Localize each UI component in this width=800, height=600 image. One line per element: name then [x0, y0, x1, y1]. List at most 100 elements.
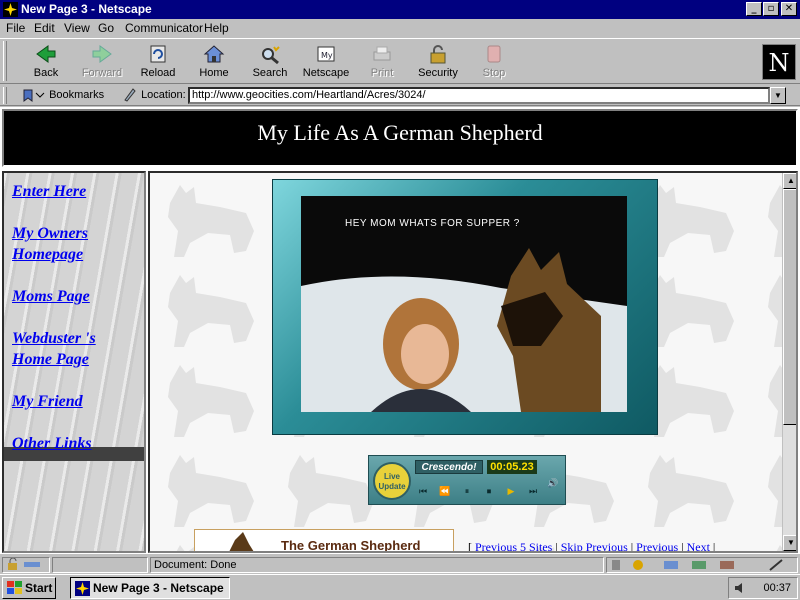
page-title: My Life As A German Shepherd [257, 120, 543, 145]
maximize-button[interactable]: ▫ [763, 2, 779, 16]
print-button[interactable]: Print [354, 43, 410, 81]
pause-icon[interactable]: ⏸ [459, 484, 475, 498]
taskbar-item-label: New Page 3 - Netscape [93, 581, 224, 595]
webring-banner[interactable]: The German Shepherd [194, 529, 454, 551]
menu-help[interactable]: Help [204, 21, 229, 35]
player-title: Crescendo! [415, 460, 483, 474]
back-button[interactable]: Back [18, 43, 74, 81]
url-dropdown-button[interactable]: ▼ [770, 87, 786, 104]
netscape-app-icon [75, 581, 90, 596]
print-label: Print [370, 67, 394, 79]
print-icon [373, 46, 391, 61]
nav-link-owners-homepage[interactable]: My Owners Homepage [12, 223, 122, 265]
taskbar-item-netscape[interactable]: New Page 3 - Netscape [70, 577, 230, 599]
left-nav-frame: Enter Here My Owners Homepage Moms Page … [2, 171, 146, 553]
menu-go[interactable]: Go [98, 21, 114, 35]
back-label: Back [33, 67, 59, 79]
shepherd-head-icon [229, 532, 254, 551]
skip-back-icon[interactable]: ⏮ [415, 484, 431, 498]
bookmarks-button[interactable]: Bookmarks [22, 87, 104, 104]
stop-icon[interactable]: ⏹ [481, 484, 497, 498]
nav-link-my-friend[interactable]: My Friend [12, 391, 83, 412]
nav-link-enter-here[interactable]: Enter Here [12, 181, 86, 202]
home-icon [203, 45, 225, 63]
home-label: Home [199, 67, 229, 79]
svg-text:My: My [321, 51, 333, 60]
security-button[interactable]: Security [410, 43, 466, 81]
ring-skip-prev-link[interactable]: Skip Previous [561, 540, 628, 551]
owner-and-dog-photo: HEY MOM WHATS FOR SUPPER ? [301, 196, 627, 412]
nav-link-moms-page[interactable]: Moms Page [12, 286, 90, 307]
nav-link-other-links[interactable]: Other Links [12, 433, 92, 454]
stop-label: Stop [482, 67, 506, 79]
banner-frame: My Life As A German Shepherd [2, 109, 798, 167]
crescendo-music-player: Live Update Crescendo! 00:05.23 ⏮ ⏪ ⏸ ⏹ … [368, 455, 566, 505]
menu-edit[interactable]: Edit [34, 21, 55, 35]
forward-label: Forward [81, 67, 123, 79]
scroll-up-button[interactable]: ▲ [783, 173, 796, 189]
close-button[interactable]: ✕ [781, 2, 797, 16]
forward-button[interactable]: Forward [74, 43, 130, 81]
component-bar-icons[interactable] [610, 558, 794, 572]
rewind-icon[interactable]: ⏪ [437, 484, 453, 498]
scroll-down-button[interactable]: ▼ [783, 535, 796, 551]
location-label: Location: [141, 89, 186, 101]
netscape-button[interactable]: My Netscape [298, 43, 354, 81]
photo-frame: HEY MOM WHATS FOR SUPPER ? [272, 179, 658, 435]
ring-previous-link[interactable]: Previous [636, 540, 678, 551]
window-title: New Page 3 - Netscape [21, 2, 152, 16]
windows-logo-icon [7, 581, 22, 594]
forward-arrow-icon [92, 45, 112, 63]
browser-window: New Page 3 - Netscape _ ▫ ✕ File Edit Vi… [0, 0, 800, 574]
clock[interactable]: 00:37 [763, 582, 791, 594]
bookmarks-icon [23, 89, 45, 103]
chevron-down-icon: ▼ [787, 538, 795, 547]
start-label: Start [25, 581, 53, 595]
reload-icon [150, 45, 166, 63]
webring-nav: [ Previous 5 Sites | Skip Previous | Pre… [468, 540, 716, 553]
page-content: My Life As A German Shepherd Enter Here … [0, 107, 800, 553]
page-proxy-icon[interactable] [122, 87, 138, 103]
main-frame: HEY MOM WHATS FOR SUPPER ? Live Update C… [148, 171, 798, 553]
volume-icon[interactable]: 🔊 [545, 476, 561, 490]
back-arrow-icon [36, 45, 56, 63]
chevron-up-icon: ▲ [787, 176, 795, 185]
player-time: 00:05.23 [487, 460, 537, 474]
photo-caption: HEY MOM WHATS FOR SUPPER ? [345, 218, 520, 229]
security-status-icons[interactable] [2, 557, 50, 573]
skip-forward-icon[interactable]: ⏭ [525, 484, 541, 498]
stop-icon [487, 45, 501, 63]
toolbar-grip[interactable] [3, 41, 7, 81]
scroll-thumb[interactable] [783, 189, 796, 425]
reload-button[interactable]: Reload [130, 43, 186, 81]
title-bar: New Page 3 - Netscape _ ▫ ✕ [0, 0, 800, 19]
nav-link-webduster-home[interactable]: Webduster 's Home Page [12, 328, 122, 370]
system-tray: 00:37 [728, 577, 798, 599]
my-netscape-icon: My [317, 46, 335, 62]
chevron-down-icon: ▼ [774, 91, 782, 100]
speaker-icon[interactable] [733, 581, 747, 595]
search-label: Search [252, 67, 288, 79]
search-button[interactable]: Search [242, 43, 298, 81]
component-bar [606, 557, 798, 573]
ring-next-link[interactable]: Next [687, 540, 710, 551]
bookmarks-label: Bookmarks [49, 89, 105, 101]
live-update-badge[interactable]: Live Update [373, 462, 411, 500]
windows-taskbar: Start New Page 3 - Netscape 00:37 [0, 574, 800, 600]
unlocked-padlock-icon [8, 557, 40, 570]
ring-prev5-link[interactable]: Previous 5 Sites [475, 540, 552, 551]
url-input[interactable]: http://www.geocities.com/Heartland/Acres… [188, 87, 770, 104]
play-icon[interactable]: ▶ [503, 484, 519, 498]
stop-button[interactable]: Stop [466, 43, 522, 81]
location-grip[interactable] [3, 87, 7, 104]
menu-communicator[interactable]: Communicator [125, 21, 203, 35]
padlock-icon [430, 45, 446, 64]
minimize-button[interactable]: _ [746, 2, 762, 16]
vertical-scrollbar[interactable]: ▲ ▼ [782, 173, 796, 551]
security-label: Security [418, 67, 458, 79]
netscape-logo[interactable]: N [762, 44, 796, 80]
start-button[interactable]: Start [2, 577, 56, 599]
home-button[interactable]: Home [186, 43, 242, 81]
menu-file[interactable]: File [6, 21, 25, 35]
menu-view[interactable]: View [64, 21, 90, 35]
